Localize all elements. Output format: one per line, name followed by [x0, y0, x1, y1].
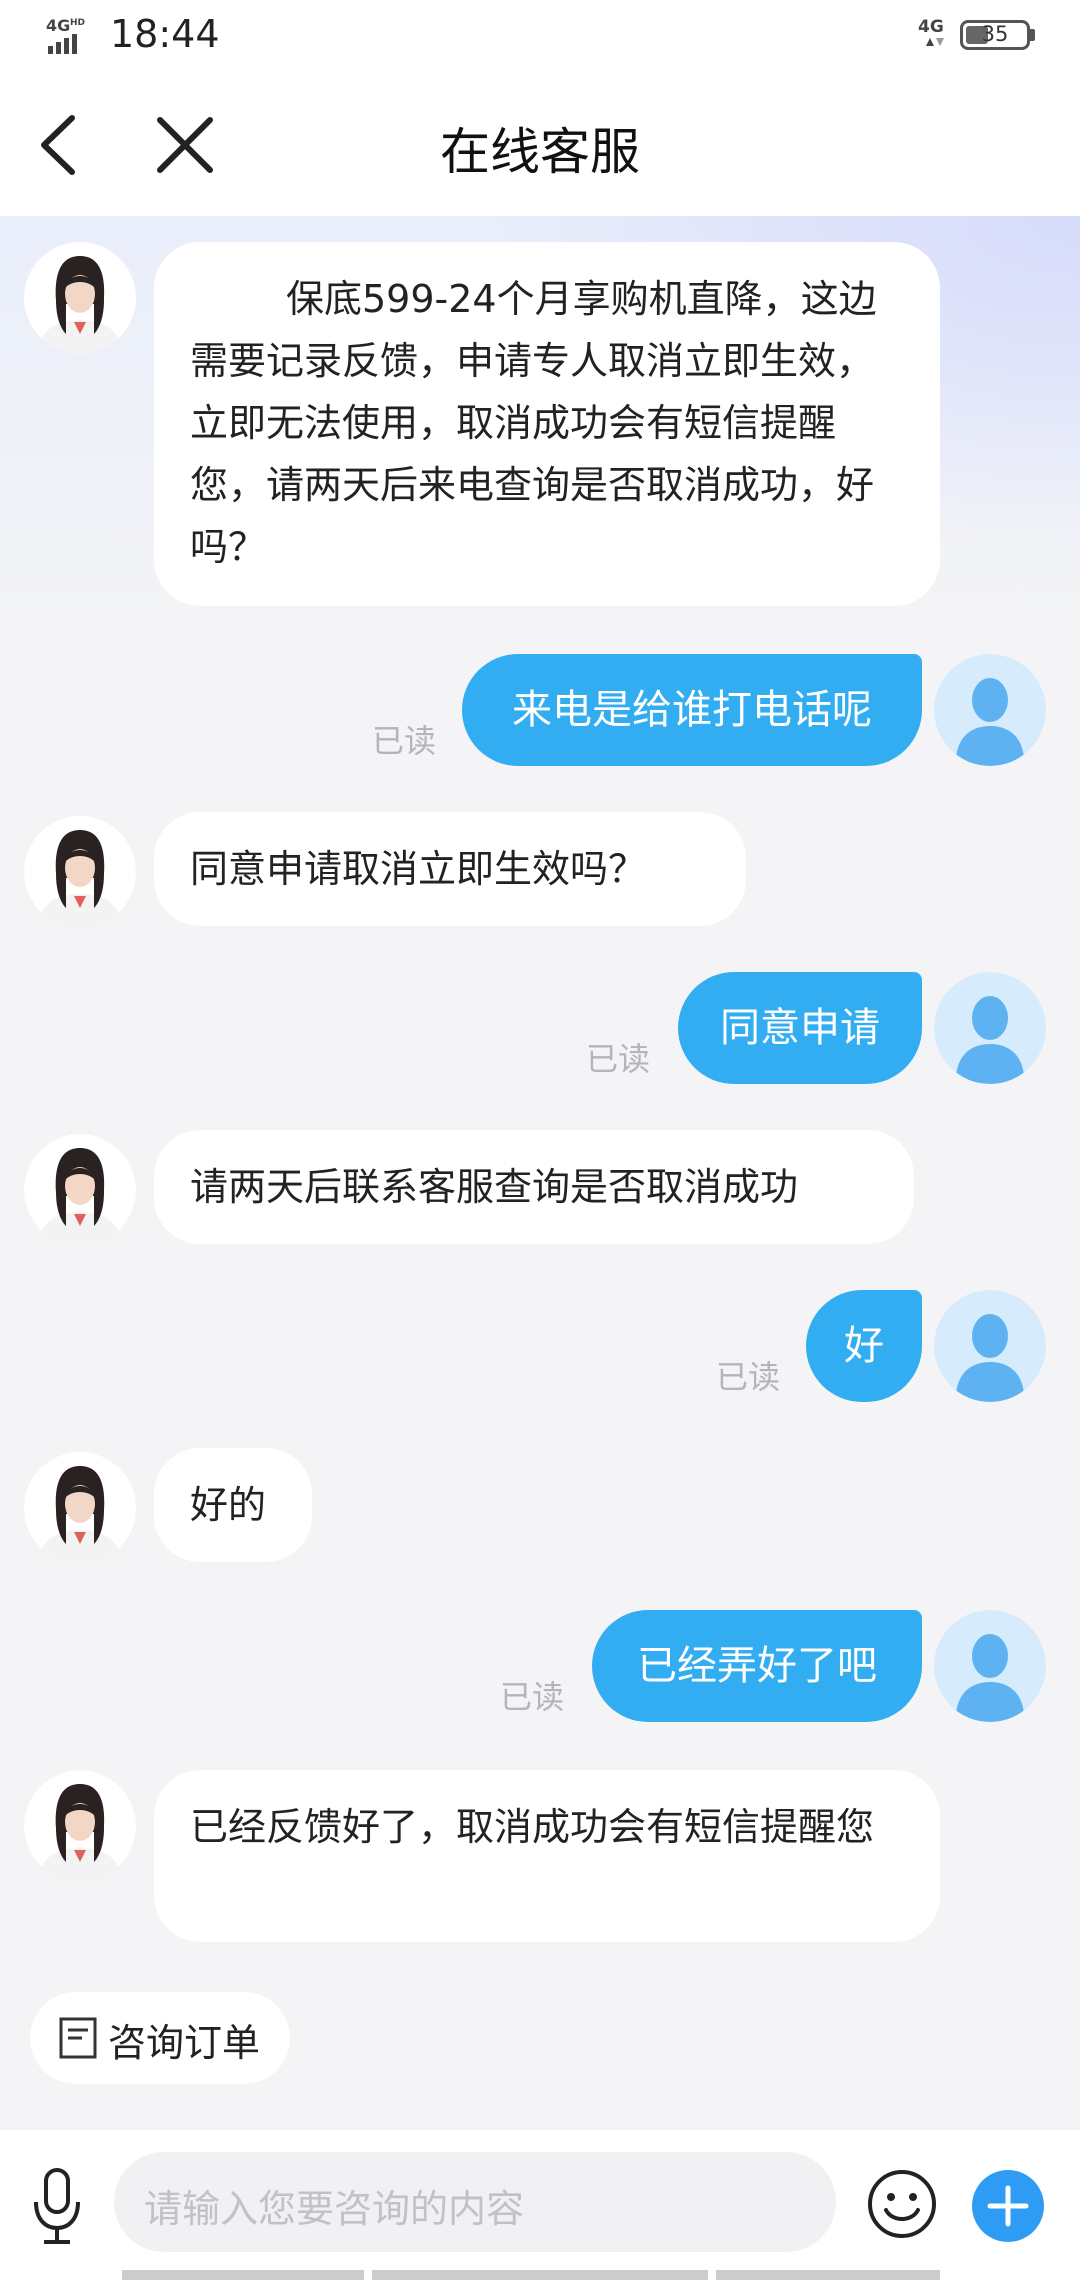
- battery-cap: [1030, 29, 1035, 41]
- user-avatar[interactable]: [934, 1290, 1046, 1402]
- message-text: 同意申请取消立即生效吗？: [190, 847, 647, 891]
- input-bar: 请输入您要咨询的内容: [0, 2130, 1080, 2280]
- user-message-bubble: 同意申请: [678, 972, 922, 1084]
- user-avatar[interactable]: [934, 972, 1046, 1084]
- message-text: 好: [844, 1323, 884, 1369]
- message-input[interactable]: 请输入您要咨询的内容: [114, 2152, 836, 2252]
- header: 在线客服: [0, 72, 1080, 216]
- user-message-bubble: 好: [806, 1290, 922, 1402]
- battery-level: 35: [981, 22, 1009, 46]
- agent-avatar[interactable]: [24, 1134, 136, 1246]
- message-text: 来电是给谁打电话呢: [512, 687, 872, 733]
- consult-order-button[interactable]: 咨询订单: [30, 1992, 290, 2084]
- message-text: 保底599-24个月享购机直降，这边需要记录反馈，申请专人取消立即生效，立即无法…: [190, 277, 877, 569]
- svg-text:HD: HD: [70, 18, 85, 28]
- read-receipt: 已读: [372, 722, 437, 760]
- agent-avatar[interactable]: [24, 1452, 136, 1564]
- agent-message-bubble: 同意申请取消立即生效吗？: [154, 812, 746, 926]
- read-receipt: 已读: [586, 1040, 651, 1078]
- page-title: 在线客服: [440, 123, 640, 181]
- message-input-placeholder: 请输入您要咨询的内容: [144, 2187, 525, 2231]
- emoji-icon[interactable]: [866, 2168, 938, 2240]
- battery-icon: 35: [960, 20, 1030, 50]
- message-text: 已经反馈好了，取消成功会有短信提醒您: [190, 1805, 875, 1849]
- chat-area[interactable]: 保底599-24个月享购机直降，这边需要记录反馈，申请专人取消立即生效，立即无法…: [0, 216, 1080, 2130]
- agent-message-bubble: 请两天后联系客服查询是否取消成功: [154, 1130, 914, 1244]
- agent-message-bubble: 好的: [154, 1448, 312, 1562]
- order-doc-icon: [59, 2017, 97, 2059]
- svg-text:4G: 4G: [918, 17, 944, 37]
- signal-icon: 4G HD: [46, 16, 85, 54]
- agent-message-bubble: 已经反馈好了，取消成功会有短信提醒您: [154, 1770, 940, 1942]
- nav-hint-bar: [122, 2270, 364, 2280]
- agent-avatar[interactable]: [24, 1770, 136, 1882]
- user-avatar[interactable]: [934, 1610, 1046, 1722]
- message-text: 好的: [190, 1483, 267, 1527]
- message-text: 请两天后联系客服查询是否取消成功: [190, 1165, 799, 1209]
- nav-hint-bar: [716, 2270, 940, 2280]
- status-bar: 4G HD 18:44 4G 35: [0, 0, 1080, 72]
- mobile-data-icon: 4G: [918, 17, 944, 46]
- user-message-bubble: 已经弄好了吧: [592, 1610, 922, 1722]
- plus-icon: [987, 2185, 1029, 2227]
- agent-avatar[interactable]: [24, 242, 136, 354]
- microphone-icon[interactable]: [30, 2166, 84, 2246]
- consult-order-label: 咨询订单: [108, 2021, 261, 2065]
- status-time: 18:44: [110, 12, 220, 56]
- read-receipt: 已读: [500, 1678, 565, 1716]
- plus-button[interactable]: [972, 2170, 1044, 2242]
- user-avatar[interactable]: [934, 654, 1046, 766]
- message-text: 已经弄好了吧: [637, 1643, 877, 1689]
- read-receipt: 已读: [716, 1358, 781, 1396]
- agent-avatar[interactable]: [24, 816, 136, 928]
- agent-message-bubble: 保底599-24个月享购机直降，这边需要记录反馈，申请专人取消立即生效，立即无法…: [154, 242, 940, 606]
- message-text: 同意申请: [720, 1005, 880, 1051]
- user-message-bubble: 来电是给谁打电话呢: [462, 654, 922, 766]
- svg-text:4G: 4G: [46, 16, 70, 35]
- nav-hint-bar: [372, 2270, 708, 2280]
